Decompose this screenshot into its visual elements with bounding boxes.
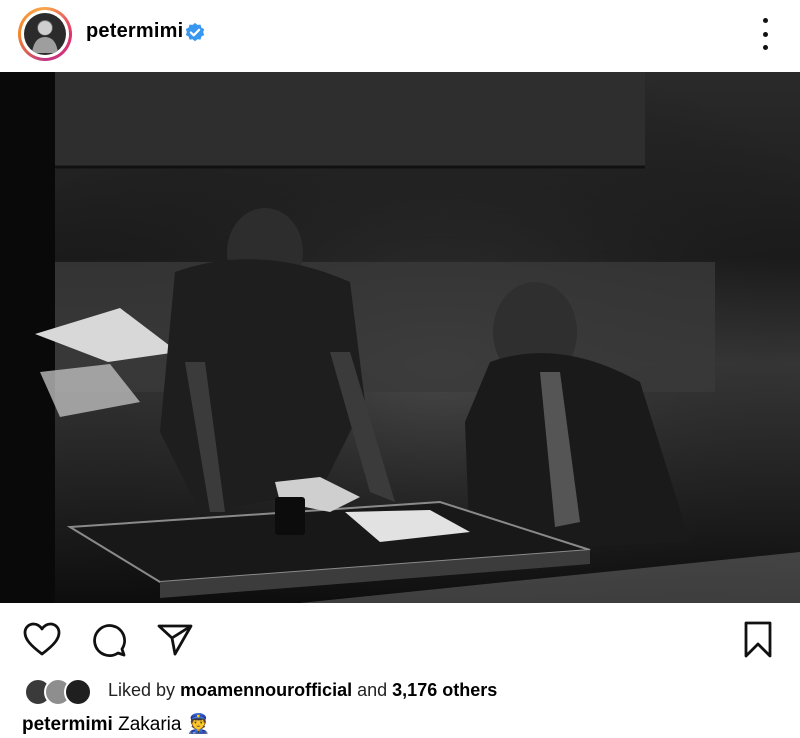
post-actions: [0, 610, 800, 666]
photo-image: [0, 72, 800, 603]
heart-icon: [23, 622, 61, 656]
caption-emoji: 👮: [186, 714, 211, 735]
post-caption: petermimi Zakaria 👮: [22, 712, 210, 736]
likes-and: and: [357, 680, 388, 700]
like-button[interactable]: [22, 620, 62, 660]
bookmark-icon: [744, 621, 772, 658]
caption-text: Zakaria: [118, 714, 182, 735]
likes-prefix: Liked by: [108, 680, 176, 700]
post-photo[interactable]: [0, 72, 800, 603]
comment-button[interactable]: [89, 620, 129, 660]
avatar-silhouette-icon: [32, 21, 58, 53]
more-options-button[interactable]: [750, 18, 780, 50]
likes-count[interactable]: 3,176 others: [392, 680, 497, 700]
comment-icon: [93, 624, 126, 657]
more-vertical-icon-dot: [762, 31, 768, 37]
likes-text[interactable]: Liked by moamennourofficial and 3,176 ot…: [108, 680, 497, 701]
post-header: petermimi: [0, 0, 800, 70]
liker-avatar: [64, 678, 92, 706]
verified-badge-icon: [185, 22, 205, 42]
caption-username[interactable]: petermimi: [22, 714, 113, 735]
more-vertical-icon-dot: [762, 45, 768, 50]
send-icon: [157, 624, 193, 656]
likes-row: Liked by moamennourofficial and 3,176 ot…: [24, 676, 784, 706]
avatar[interactable]: [18, 7, 72, 61]
more-vertical-icon-dot: [762, 18, 768, 23]
save-button[interactable]: [738, 620, 778, 660]
liker-username[interactable]: moamennourofficial: [180, 680, 352, 700]
post-username[interactable]: petermimi: [86, 20, 183, 43]
share-button[interactable]: [155, 620, 195, 660]
avatar-image: [24, 13, 66, 55]
avatar-border: [21, 10, 69, 58]
